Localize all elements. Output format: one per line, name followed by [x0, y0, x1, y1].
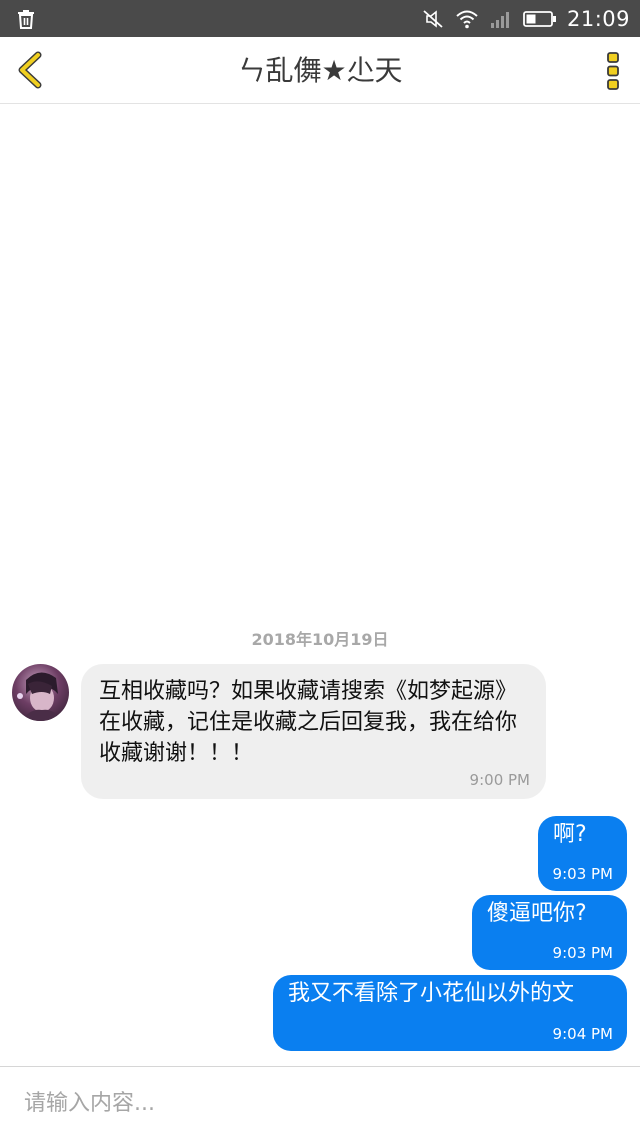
clock: 21:09	[566, 6, 630, 31]
message-time: 9:03 PM	[552, 944, 613, 962]
message-input[interactable]	[24, 1085, 604, 1121]
wifi-icon	[456, 10, 478, 28]
status-bar: 21:09	[0, 0, 640, 37]
message-text: 啊?	[553, 822, 587, 847]
signal-icon	[490, 11, 509, 28]
message-bubble-outgoing[interactable]: 啊? 9:03 PM	[538, 816, 627, 891]
message-time: 9:03 PM	[552, 865, 613, 883]
chat-area[interactable]: 2018年10月19日 互相收藏吗？如果收藏请搜索《如梦起源》在收藏，记住是收藏…	[0, 104, 640, 1066]
message-bubble-outgoing[interactable]: 我又不看除了小花仙以外的文 9:04 PM	[273, 975, 627, 1051]
message-time: 9:04 PM	[552, 1025, 613, 1043]
mute-icon	[423, 9, 443, 28]
message-bubble-outgoing[interactable]: 傻逼吧你? 9:03 PM	[472, 895, 627, 970]
avatar[interactable]	[12, 664, 69, 721]
message-bubble-incoming[interactable]: 互相收藏吗？如果收藏请搜索《如梦起源》在收藏，记住是收藏之后回复我，我在给你收藏…	[81, 664, 546, 799]
input-bar	[0, 1066, 640, 1138]
message-text: 我又不看除了小花仙以外的文	[288, 981, 575, 1006]
page-title: ㄣ乱儛★尐天	[237, 54, 403, 87]
date-separator: 2018年10月19日	[251, 630, 389, 649]
avatar-image	[17, 672, 62, 721]
nav-bar: ㄣ乱儛★尐天	[0, 37, 640, 104]
more-vertical-icon[interactable]	[600, 51, 626, 91]
chevron-left-icon[interactable]	[12, 49, 54, 91]
battery-icon	[523, 10, 556, 27]
message-text: 傻逼吧你?	[487, 901, 587, 926]
trash-icon	[18, 10, 34, 29]
message-text: 互相收藏吗？如果收藏请搜索《如梦起源》在收藏，记住是收藏之后回复我，我在给你收藏…	[99, 679, 518, 766]
message-time: 9:00 PM	[469, 771, 530, 789]
